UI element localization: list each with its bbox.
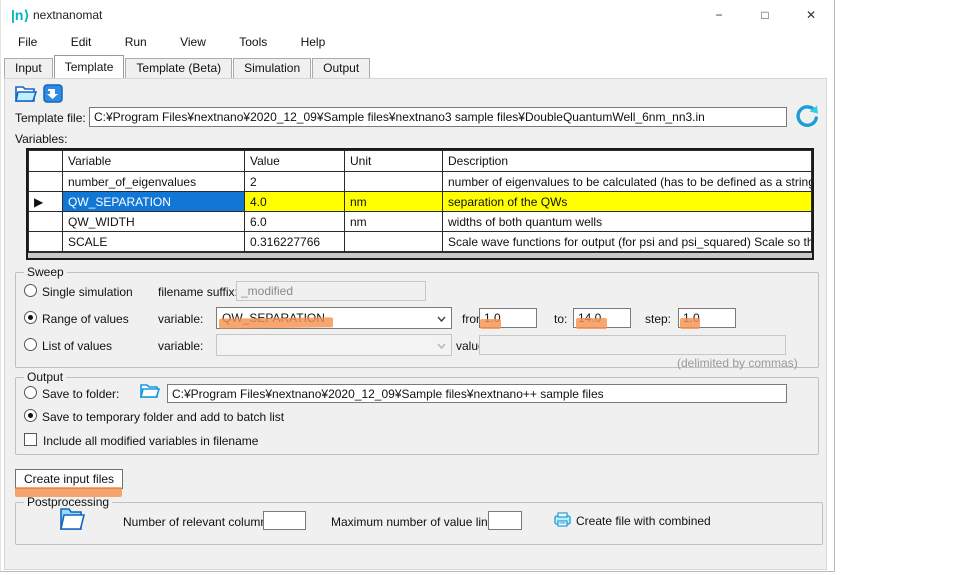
close-button[interactable]: ✕ (788, 0, 834, 30)
max-value-lines-label: Maximum number of value lines: (331, 515, 504, 529)
create-combined-file-icon[interactable] (554, 512, 571, 530)
row-header (29, 151, 63, 172)
relevant-column-label: Number of relevant column: (123, 515, 270, 529)
cell-variable[interactable]: number_of_eigenvalues (63, 172, 245, 192)
include-variables-label: Include all modified variables in filena… (43, 434, 258, 448)
cell-unit[interactable] (345, 232, 443, 252)
cell-description[interactable]: number of eigenvalues to be calculated (… (443, 172, 812, 192)
table-row[interactable]: SCALE 0.316227766 Scale wave functions f… (29, 232, 812, 252)
values-input[interactable] (479, 335, 786, 355)
maximize-button[interactable]: □ (742, 0, 788, 30)
sweep-group-label: Sweep (24, 265, 67, 279)
table-row-selected[interactable]: ▶ QW_SEPARATION 4.0 nm separation of the… (29, 192, 812, 212)
filename-suffix-input[interactable] (236, 281, 426, 301)
menu-run[interactable]: Run (114, 32, 158, 52)
title-bar: |n⟩ nextnanomat − □ ✕ (1, 0, 834, 30)
tab-strip: InputTemplateTemplate (Beta)SimulationOu… (4, 55, 371, 78)
annotation-highlight-step (680, 318, 700, 329)
list-variable-label: variable: (158, 339, 203, 353)
row-selector-arrow-icon: ▶ (29, 192, 63, 212)
range-variable-label: variable: (158, 312, 203, 326)
refresh-icon[interactable] (794, 103, 820, 132)
list-of-values-radio[interactable] (24, 338, 37, 351)
tab-template-beta[interactable]: Template (Beta) (125, 58, 232, 78)
to-label: to: (554, 312, 567, 326)
single-simulation-label: Single simulation (42, 285, 133, 299)
range-of-values-radio[interactable] (24, 311, 37, 324)
include-variables-checkbox[interactable] (24, 433, 37, 446)
range-of-values-label: Range of values (42, 312, 129, 326)
template-file-label: Template file: (15, 111, 86, 125)
single-simulation-radio[interactable] (24, 284, 37, 297)
output-group-label: Output (24, 370, 66, 384)
create-combined-file-label: Create file with combined (576, 514, 711, 528)
cell-value[interactable]: 0.316227766 (245, 232, 345, 252)
cell-value[interactable]: 6.0 (245, 212, 345, 232)
list-of-values-label: List of values (42, 339, 112, 353)
max-value-lines-input[interactable] (488, 511, 522, 530)
step-label: step: (645, 312, 671, 326)
template-file-input[interactable] (89, 107, 787, 127)
app-logo-icon: |n⟩ (11, 7, 30, 24)
cell-description[interactable]: separation of the QWs (443, 192, 812, 212)
cell-value[interactable]: 4.0 (245, 192, 345, 212)
save-to-folder-label: Save to folder: (42, 387, 119, 401)
relevant-column-input[interactable] (263, 511, 306, 530)
cell-unit[interactable] (345, 172, 443, 192)
annotation-highlight-variable (219, 317, 333, 328)
cell-variable[interactable]: SCALE (63, 232, 245, 252)
menu-edit[interactable]: Edit (60, 32, 103, 52)
chevron-down-icon (437, 315, 445, 323)
annotation-highlight-to (576, 318, 607, 329)
postprocessing-folder-icon[interactable] (57, 503, 85, 536)
table-header-row: Variable Value Unit Description (29, 151, 812, 172)
save-to-folder-radio[interactable] (24, 386, 37, 399)
tab-template[interactable]: Template (54, 55, 125, 78)
app-window: |n⟩ nextnanomat − □ ✕ File Edit Run View… (0, 0, 835, 572)
menu-view[interactable]: View (169, 32, 217, 52)
open-template-icon[interactable] (14, 83, 38, 107)
menu-bar: File Edit Run View Tools Help (7, 32, 344, 54)
cell-value[interactable]: 2 (245, 172, 345, 192)
variables-table: Variable Value Unit Description number_o… (26, 148, 814, 260)
menu-help[interactable]: Help (290, 32, 337, 52)
cell-unit[interactable]: nm (345, 212, 443, 232)
table-row[interactable]: QW_WIDTH 6.0 nm widths of both quantum w… (29, 212, 812, 232)
cell-unit[interactable]: nm (345, 192, 443, 212)
save-temp-folder-label: Save to temporary folder and add to batc… (42, 410, 284, 424)
chevron-down-icon (437, 342, 445, 350)
annotation-highlight-create-button (15, 487, 122, 497)
cell-description[interactable]: widths of both quantum wells (443, 212, 812, 232)
minimize-button[interactable]: − (696, 0, 742, 30)
tab-simulation[interactable]: Simulation (233, 58, 311, 78)
tab-input[interactable]: Input (4, 58, 53, 78)
values-hint: (delimited by commas) (677, 356, 798, 370)
col-unit[interactable]: Unit (345, 151, 443, 172)
variables-label: Variables: (15, 132, 67, 146)
table-row[interactable]: number_of_eigenvalues 2 number of eigenv… (29, 172, 812, 192)
annotation-highlight-from (480, 319, 501, 329)
window-title: nextnanomat (33, 8, 102, 22)
create-input-files-button[interactable]: Create input files (15, 469, 123, 489)
filename-suffix-label: filename suffix: (158, 285, 238, 299)
col-variable[interactable]: Variable (63, 151, 245, 172)
tab-output[interactable]: Output (312, 58, 370, 78)
list-variable-combobox[interactable] (216, 334, 452, 356)
browse-folder-icon[interactable] (139, 381, 161, 404)
table-bottom-strip (28, 252, 812, 258)
menu-tools[interactable]: Tools (228, 32, 278, 52)
menu-file[interactable]: File (7, 32, 48, 52)
load-template-icon[interactable] (42, 83, 64, 107)
save-temp-folder-radio[interactable] (24, 409, 37, 422)
save-folder-path-input[interactable] (167, 384, 787, 403)
cell-variable[interactable]: QW_WIDTH (63, 212, 245, 232)
col-value[interactable]: Value (245, 151, 345, 172)
screenshot: |n⟩ nextnanomat − □ ✕ File Edit Run View… (0, 0, 960, 575)
cell-description[interactable]: Scale wave functions for output (for psi… (443, 232, 812, 252)
col-description[interactable]: Description (443, 151, 812, 172)
cell-variable[interactable]: QW_SEPARATION (63, 192, 245, 212)
